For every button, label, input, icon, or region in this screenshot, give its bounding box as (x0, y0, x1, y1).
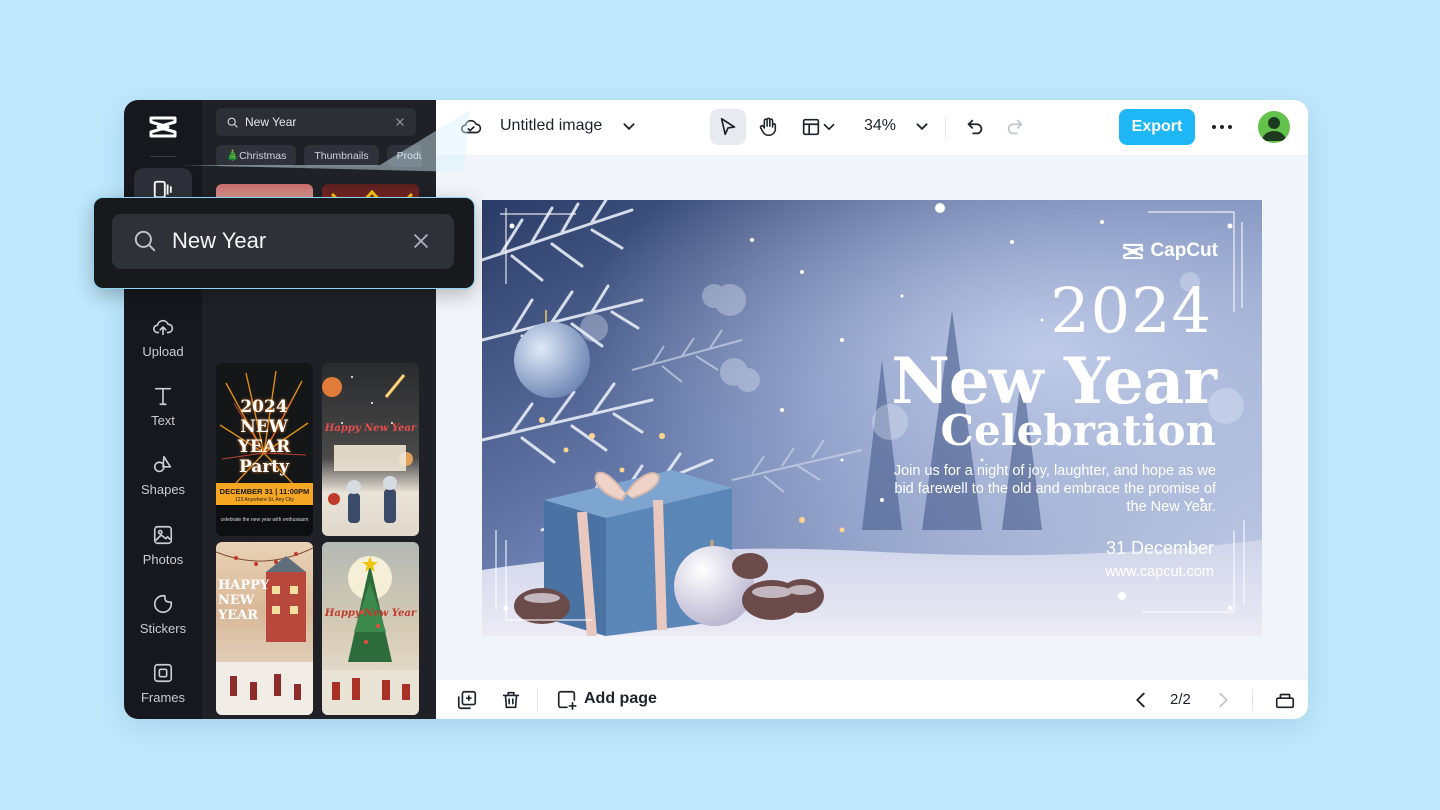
shapes-icon (153, 455, 172, 473)
template-thumb-5[interactable]: HAPPY NEW YEAR (216, 542, 313, 715)
top-toolbar: Untitled image 34% Export (436, 100, 1308, 156)
rail-item-text[interactable]: Text (124, 385, 202, 441)
stickers-icon (153, 594, 173, 614)
clear-search-icon[interactable] (410, 230, 432, 252)
canvas-subtitle: Celebration (940, 406, 1216, 455)
capcut-logo-icon[interactable] (148, 114, 178, 140)
thumb-4-label: Happy New Year (324, 423, 417, 434)
toolbar-divider (945, 116, 946, 138)
design-canvas[interactable]: CapCut 2024 New Year Celebration Join us… (482, 200, 1262, 636)
hand-pan-icon[interactable] (755, 114, 781, 140)
search-icon (134, 230, 156, 252)
thumb-4-art (322, 374, 413, 523)
photos-icon (153, 525, 173, 545)
callout-search-input[interactable]: New Year (112, 214, 454, 269)
frames-icon (153, 663, 173, 683)
title-dropdown-chevron-icon[interactable] (616, 114, 642, 140)
template-thumb-3[interactable]: 2024 NEW YEAR Party DECEMBER 31 | 11:00P… (216, 363, 313, 536)
thumb-3-address: 123 Anywhere St. Any City (235, 497, 294, 503)
search-magnified-callout: New Year (93, 197, 475, 289)
canvas-brand-name: CapCut (1150, 240, 1218, 261)
cloud-upload-icon (153, 319, 174, 336)
user-avatar[interactable] (1258, 111, 1290, 143)
thumb-3-date: DECEMBER 31 | 11:00PM (219, 487, 310, 496)
capcut-brand-mark: CapCut (1122, 240, 1218, 262)
add-page-icon[interactable] (556, 689, 578, 711)
bottom-divider (537, 689, 538, 711)
delete-page-icon[interactable] (500, 689, 522, 711)
text-icon (154, 387, 172, 406)
thumb-3-tagline: celebrate the new year with enthusiasm (220, 517, 309, 523)
document-title[interactable]: Untitled image (500, 117, 602, 135)
rail-label-shapes: Shapes (140, 482, 186, 497)
rail-item-stickers[interactable]: Stickers (124, 593, 202, 649)
callout-search-value: New Year (172, 228, 267, 253)
next-page-chevron-icon[interactable] (1212, 689, 1234, 711)
page-indicator: 2/2 (1170, 691, 1191, 708)
duplicate-page-icon[interactable] (456, 689, 478, 711)
rail-label-photos: Photos (142, 552, 184, 567)
bottom-toolbar: Add page 2/2 (436, 679, 1308, 719)
rail-item-shapes[interactable]: Shapes (124, 454, 202, 510)
more-options-icon[interactable] (1208, 114, 1236, 140)
previous-page-chevron-icon[interactable] (1130, 689, 1152, 711)
canvas-body-text: Join us for a night of joy, laughter, an… (893, 463, 1216, 515)
canvas-url: www.capcut.com (1105, 564, 1214, 580)
rail-divider (150, 156, 176, 157)
rail-label-stickers: Stickers (139, 621, 187, 636)
rail-item-photos[interactable]: Photos (124, 524, 202, 580)
export-button[interactable]: Export (1119, 109, 1195, 145)
capcut-logo-icon (1123, 243, 1144, 259)
thumb-6-label: Happy New Year (324, 608, 417, 619)
canvas-date: 31 December (1105, 538, 1214, 558)
thumb-5-art (216, 547, 313, 715)
select-pointer-icon[interactable] (715, 114, 741, 140)
rail-label-text: Text (151, 413, 175, 428)
zoom-dropdown-chevron-icon[interactable] (909, 114, 935, 140)
user-avatar-icon (1262, 117, 1286, 141)
canvas-year: 2024 (1050, 274, 1212, 347)
thumb-3-label: 2024 NEW YEAR Party (237, 397, 291, 477)
rail-item-frames[interactable]: Frames (124, 662, 202, 718)
page-panel-toggle-icon[interactable] (1274, 689, 1296, 711)
template-thumb-4[interactable]: Happy New Year (322, 363, 419, 536)
rail-label-upload: Upload (142, 344, 184, 359)
add-page-button[interactable]: Add page (584, 690, 657, 708)
callout-beam (180, 110, 470, 172)
bottom-divider-2 (1252, 689, 1253, 711)
undo-icon[interactable] (962, 114, 988, 140)
thumb-5-label: HAPPY NEW YEAR (218, 578, 270, 623)
layout-dropdown-chevron-icon[interactable] (820, 114, 838, 140)
rail-item-upload[interactable]: Upload (124, 316, 202, 372)
rail-label-frames: Frames (140, 690, 186, 705)
thumb-6-art (322, 556, 419, 715)
redo-icon[interactable] (1002, 114, 1028, 140)
template-thumb-6[interactable]: Happy New Year (322, 542, 419, 715)
zoom-level[interactable]: 34% (864, 117, 896, 135)
